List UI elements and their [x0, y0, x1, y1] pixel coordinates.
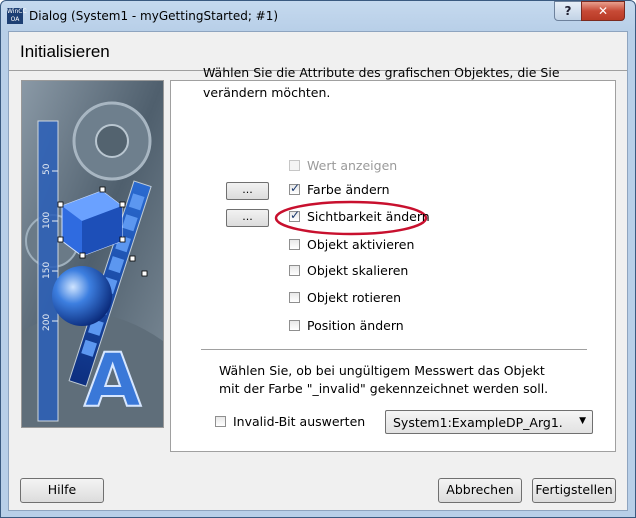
- cancel-button[interactable]: Abbrechen: [438, 478, 522, 503]
- label-objekt-skalieren: Objekt skalieren: [307, 263, 409, 278]
- illustration-graphic: 50 100 150 200 A: [22, 81, 163, 427]
- finish-button[interactable]: Fertigstellen: [532, 478, 616, 503]
- checkbox-position-aendern[interactable]: [289, 320, 300, 331]
- checkbox-objekt-skalieren[interactable]: [289, 265, 300, 276]
- chevron-down-icon[interactable]: ▼: [579, 416, 586, 426]
- help-icon[interactable]: ?: [554, 1, 582, 21]
- label-objekt-rotieren: Objekt rotieren: [307, 290, 402, 305]
- checkbox-objekt-aktivieren[interactable]: [289, 239, 300, 250]
- checkbox-farbe-aendern[interactable]: [289, 181, 300, 195]
- intro-line-2: verändern möchten.: [203, 85, 331, 100]
- label-wert-anzeigen: Wert anzeigen: [307, 158, 398, 173]
- close-icon[interactable]: ✕: [581, 1, 625, 21]
- title-bar: WinCC OA Dialog (System1 - myGettingStar…: [1, 1, 635, 31]
- invalid-note: Wählen Sie, ob bei ungültigem Messwert d…: [219, 362, 548, 398]
- intro-text: Wählen Sie die Attribute des grafischen …: [203, 63, 583, 103]
- ruler-tick-100: 100: [42, 212, 52, 229]
- datapoint-select-value: System1:ExampleDP_Arg1.: [393, 415, 563, 430]
- label-position-aendern: Position ändern: [307, 318, 404, 333]
- page-title: Initialisieren: [20, 42, 110, 61]
- label-invalid-bit: Invalid-Bit auswerten: [233, 414, 366, 429]
- ruler-tick-50: 50: [42, 163, 52, 175]
- invalid-line-1: Wählen Sie, ob bei ungültigem Messwert d…: [219, 363, 545, 378]
- app-icon: WinCC OA: [7, 8, 27, 24]
- illustration-letter: A: [84, 338, 141, 424]
- checkbox-objekt-rotieren[interactable]: [289, 292, 300, 303]
- checkbox-sichtbarkeit-aendern[interactable]: [289, 208, 300, 222]
- checkbox-invalid-bit[interactable]: [215, 416, 226, 427]
- ruler-tick-200: 200: [42, 314, 52, 331]
- label-objekt-aktivieren: Objekt aktivieren: [307, 237, 415, 252]
- dialog-window: WinCC OA Dialog (System1 - myGettingStar…: [0, 0, 636, 518]
- sichtbarkeit-settings-button[interactable]: ...: [226, 209, 269, 227]
- invalid-line-2: mit der Farbe "_invalid" gekennzeichnet …: [219, 381, 549, 396]
- help-button[interactable]: Hilfe: [20, 478, 104, 503]
- wizard-illustration: 50 100 150 200 A: [21, 80, 164, 428]
- ruler-tick-150: 150: [42, 262, 52, 279]
- window-title: Dialog (System1 - myGettingStarted; #1): [29, 9, 279, 23]
- label-farbe-aendern: Farbe ändern: [307, 182, 390, 197]
- intro-line-1: Wählen Sie die Attribute des grafischen …: [203, 65, 560, 80]
- checkbox-wert-anzeigen: [289, 160, 300, 171]
- label-sichtbarkeit-aendern: Sichtbarkeit ändern: [307, 209, 430, 224]
- panel-separator: [201, 349, 587, 351]
- datapoint-select[interactable]: System1:ExampleDP_Arg1. ▼: [385, 410, 593, 434]
- farbe-settings-button[interactable]: ...: [226, 182, 269, 200]
